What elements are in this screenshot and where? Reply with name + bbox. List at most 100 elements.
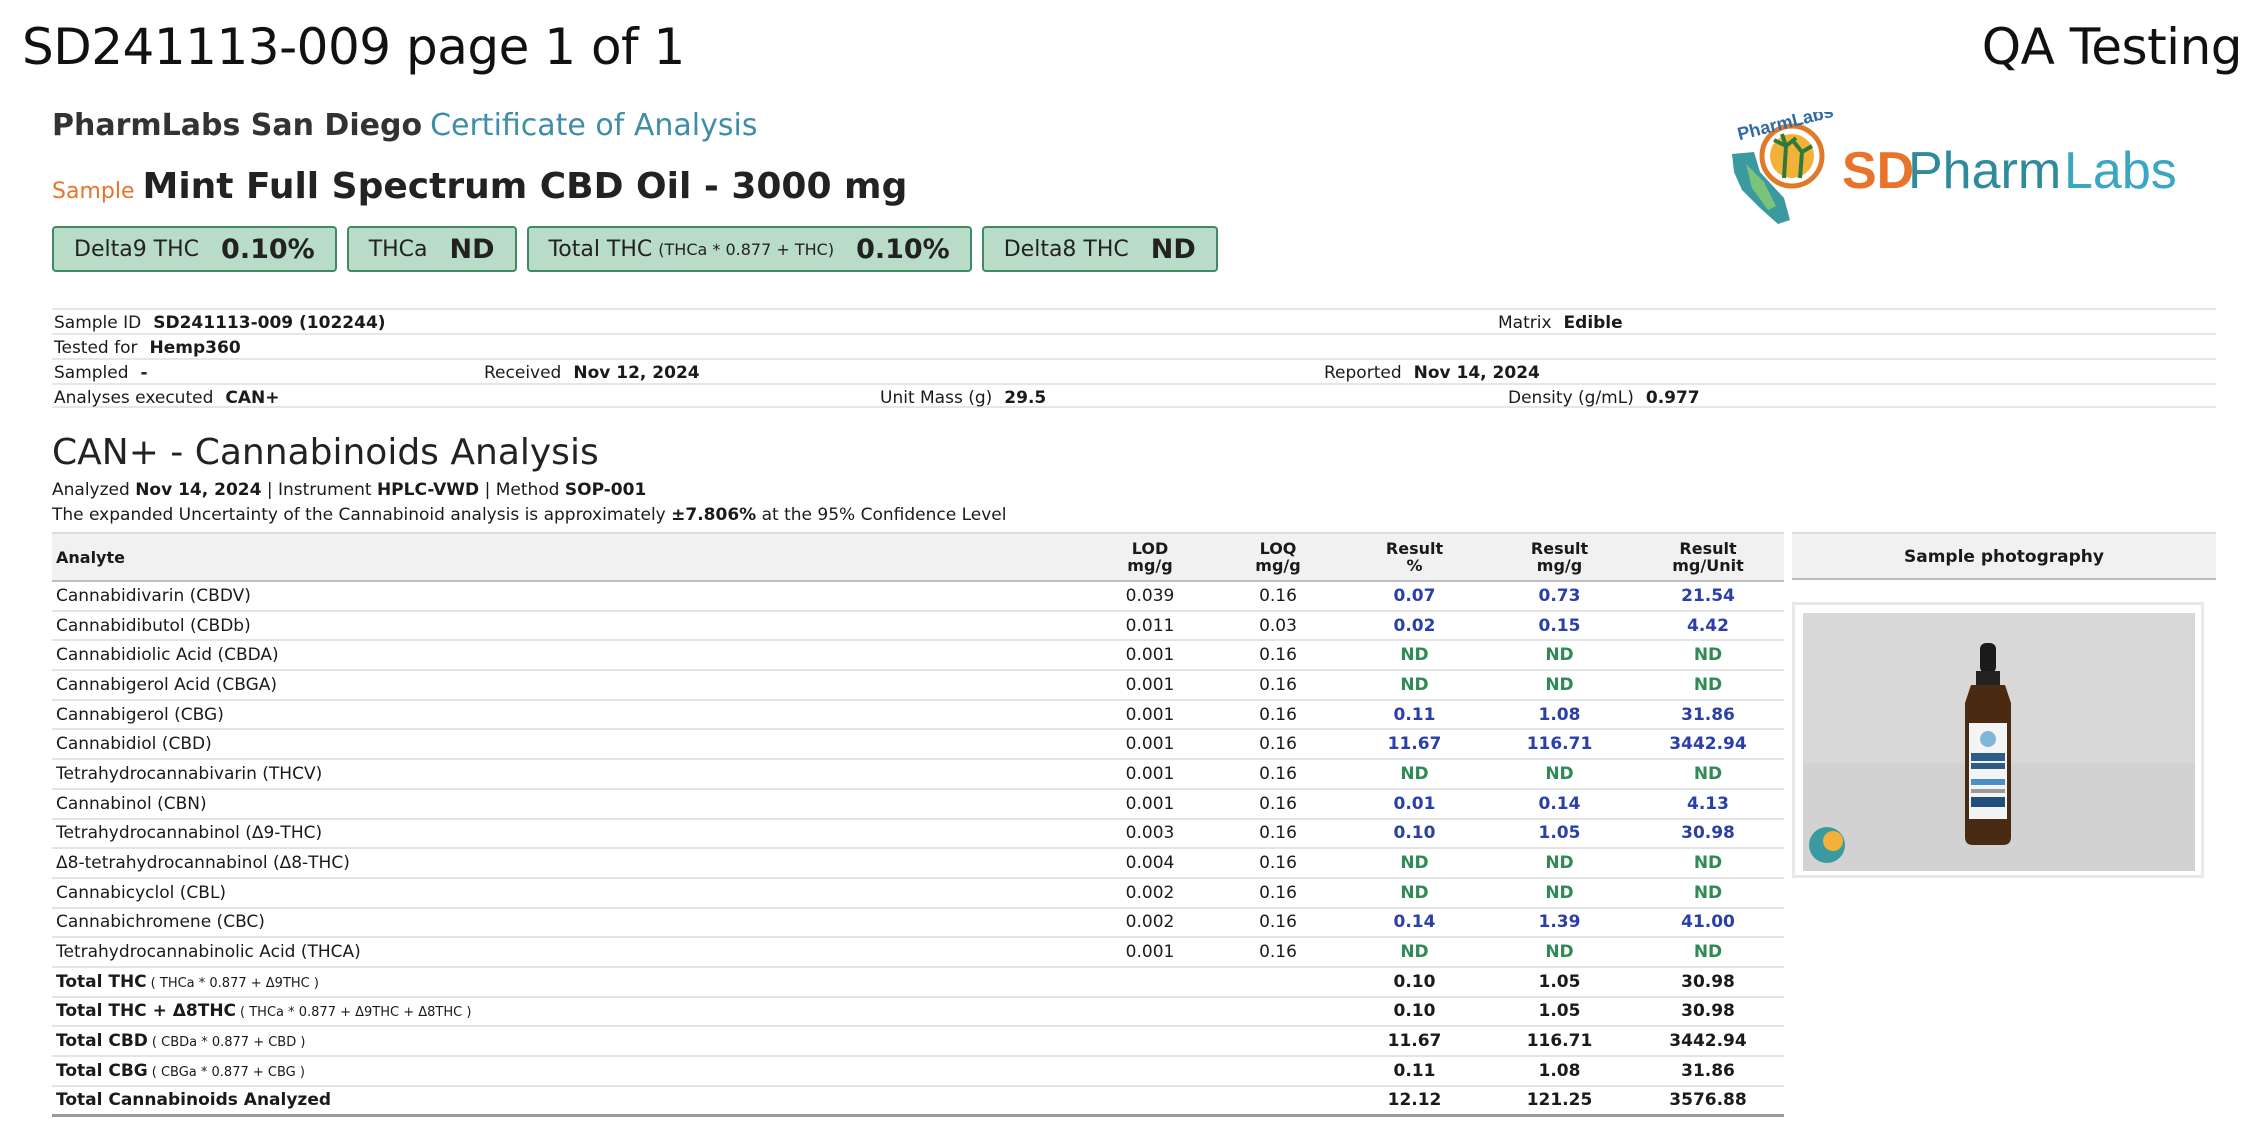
tested-for-label: Tested for (54, 338, 138, 358)
badge-delta8-thc: Delta8 THC ND (981, 226, 1218, 272)
col-pct-line2: % (1406, 556, 1423, 575)
lod-cell (1086, 1026, 1214, 1057)
analyzed-label: Analyzed (52, 480, 130, 500)
result-mgg-cell: 121.25 (1487, 1085, 1632, 1117)
total-name-cell: Total CBD( CBDa * 0.877 + CBD ) (52, 1026, 1086, 1057)
logo-labs: Labs (2064, 142, 2177, 200)
badge-total-thc: Total THC (THCa * 0.877 + THC) 0.10% (526, 226, 972, 272)
result-pct-cell: ND (1342, 670, 1487, 701)
analyte-name-cell: Cannabigerol Acid (CBGA) (52, 670, 1086, 701)
sample-name: Mint Full Spectrum CBD Oil - 3000 mg (142, 166, 908, 207)
info-row: Tested for Hemp360 (52, 333, 2216, 358)
col-loq-line2: mg/g (1255, 556, 1301, 575)
loq-cell: 0.16 (1214, 640, 1342, 672)
total-formula: ( THCa * 0.877 + Δ9THC + Δ8THC ) (240, 1005, 472, 1021)
lab-name: PharmLabs San Diego (52, 108, 423, 143)
received-value: Nov 12, 2024 (573, 363, 700, 383)
table-row: Cannabigerol (CBG) 0.001 0.16 0.11 1.08 31.86 (52, 699, 1784, 731)
result-mgg-cell: ND (1487, 937, 1632, 968)
sampled-field: Sampled - (54, 363, 148, 383)
analyzed-value: Nov 14, 2024 (135, 480, 262, 500)
result-mgu-cell: 30.98 (1632, 818, 1784, 850)
result-mgu-cell: ND (1632, 670, 1784, 701)
analyses-field: Analyses executed CAN+ (54, 388, 279, 408)
col-mgg-line2: mg/g (1536, 556, 1583, 575)
analyte-name-cell: Cannabichromene (CBC) (52, 907, 1086, 939)
summary-badges: Delta9 THC 0.10% THCa ND Total THC (THCa… (52, 226, 1218, 272)
result-mgg-cell: ND (1487, 759, 1632, 790)
lod-cell: 0.001 (1086, 937, 1214, 968)
total-name: Total THC + Δ8THC (56, 1001, 237, 1022)
result-mgu-cell: 4.42 (1632, 610, 1784, 642)
badge-formula: (THCa * 0.877 + THC) (658, 239, 835, 259)
table-row: Cannabidiol (CBD) 0.001 0.16 11.67 116.71 344… (52, 729, 1784, 761)
sample-photo (1803, 613, 2195, 871)
table-row: Cannabidivarin (CBDV) 0.039 0.16 0.07 0.73 21… (52, 581, 1784, 612)
result-mgu-cell: ND (1632, 848, 1784, 879)
sample-info: Sample ID SD241113-009 (102244) Matrix Edi… (52, 308, 2216, 408)
received-field: Received Nov 12, 2024 (484, 363, 700, 383)
analysis-meta: Analyzed Nov 14, 2024 | Instrument HPLC-… (52, 480, 646, 500)
result-mgg-cell: 1.05 (1487, 966, 1632, 998)
result-pct-cell: 11.67 (1342, 1026, 1487, 1057)
result-pct-cell: 0.10 (1342, 996, 1487, 1028)
col-lod-line2: mg/g (1127, 556, 1173, 575)
cannabinoid-results-table: Analyte LOD mg/g LOQ mg/g Result% Result mg… (52, 532, 1784, 1117)
table-row: Cannabicyclol (CBL) 0.002 0.16 ND ND ND (52, 877, 1784, 909)
table-row: Tetrahydrocannabinolic Acid (THCA) 0.001 0… (52, 937, 1784, 968)
total-formula: ( THCa * 0.877 + Δ9THC ) (150, 975, 319, 991)
result-pct-cell: 11.67 (1342, 729, 1487, 761)
col-result-pct: Result% (1342, 532, 1487, 582)
result-pct-cell: 0.10 (1342, 818, 1487, 850)
result-mgg-cell: 1.05 (1487, 996, 1632, 1028)
result-mgu-cell: 31.86 (1632, 1056, 1784, 1087)
result-mgu-cell: 30.98 (1632, 966, 1784, 998)
result-mgg-cell: ND (1487, 640, 1632, 672)
result-pct-cell: 0.14 (1342, 907, 1487, 939)
result-pct-cell: 0.07 (1342, 581, 1487, 612)
loq-cell: 0.16 (1214, 907, 1342, 939)
uncertainty-note: The expanded Uncertainty of the Cannabin… (52, 505, 1006, 525)
sample-header: Sample Mint Full Spectrum CBD Oil - 3000 … (52, 166, 907, 207)
result-mgg-cell: 116.71 (1487, 729, 1632, 761)
total-row: Total Cannabinoids Analyzed 12.12 121.25 35… (52, 1085, 1784, 1117)
lod-cell: 0.001 (1086, 699, 1214, 731)
total-name-cell: Total THC + Δ8THC( THCa * 0.877 + Δ9THC … (52, 996, 1086, 1028)
loq-cell (1214, 1085, 1342, 1117)
loq-cell: 0.16 (1214, 699, 1342, 731)
result-mgu-cell: 3442.94 (1632, 729, 1784, 761)
table-row: Cannabidiolic Acid (CBDA) 0.001 0.16 ND ND ND (52, 640, 1784, 672)
result-mgg-cell: ND (1487, 848, 1632, 879)
lod-cell (1086, 1085, 1214, 1117)
badge-value: ND (449, 233, 495, 265)
lod-cell: 0.001 (1086, 640, 1214, 672)
method-label: | Method (484, 480, 560, 500)
table-header-row: Analyte LOD mg/g LOQ mg/g Result% Result mg… (52, 532, 1784, 582)
result-pct-cell: 0.01 (1342, 788, 1487, 820)
result-pct-cell: 0.11 (1342, 1056, 1487, 1087)
analyte-name-cell: Tetrahydrocannabinolic Acid (THCA) (52, 937, 1086, 968)
lod-cell: 0.001 (1086, 729, 1214, 761)
analyte-name-cell: Cannabidivarin (CBDV) (52, 581, 1086, 612)
result-mgu-cell: 4.13 (1632, 788, 1784, 820)
badge-thca: THCa ND (346, 226, 517, 272)
col-analyte: Analyte (52, 532, 1086, 582)
analysis-title: CAN+ - Cannabinoids Analysis (52, 432, 599, 473)
analyte-name-cell: Tetrahydrocannabinol (Δ9-THC) (52, 818, 1086, 850)
result-mgg-cell: 1.39 (1487, 907, 1632, 939)
uncertainty-post: at the 95% Confidence Level (761, 505, 1007, 525)
analyses-value: CAN+ (225, 388, 280, 408)
badge-value: 0.10% (856, 233, 950, 265)
col-loq: LOQ mg/g (1214, 532, 1342, 582)
lod-cell: 0.002 (1086, 877, 1214, 909)
badge-label: Delta9 THC (74, 236, 200, 262)
reported-field: Reported Nov 14, 2024 (1324, 363, 1540, 383)
sample-photo-frame (1792, 602, 2204, 878)
col-result-mgu: Result mg/Unit (1632, 532, 1784, 582)
sample-photography-title: Sample photography (1792, 532, 2216, 580)
result-mgg-cell: 1.08 (1487, 699, 1632, 731)
sample-tag: Sample (52, 179, 135, 204)
loq-cell: 0.16 (1214, 877, 1342, 909)
result-mgg-cell: 0.15 (1487, 610, 1632, 642)
result-mgu-cell: ND (1632, 877, 1784, 909)
